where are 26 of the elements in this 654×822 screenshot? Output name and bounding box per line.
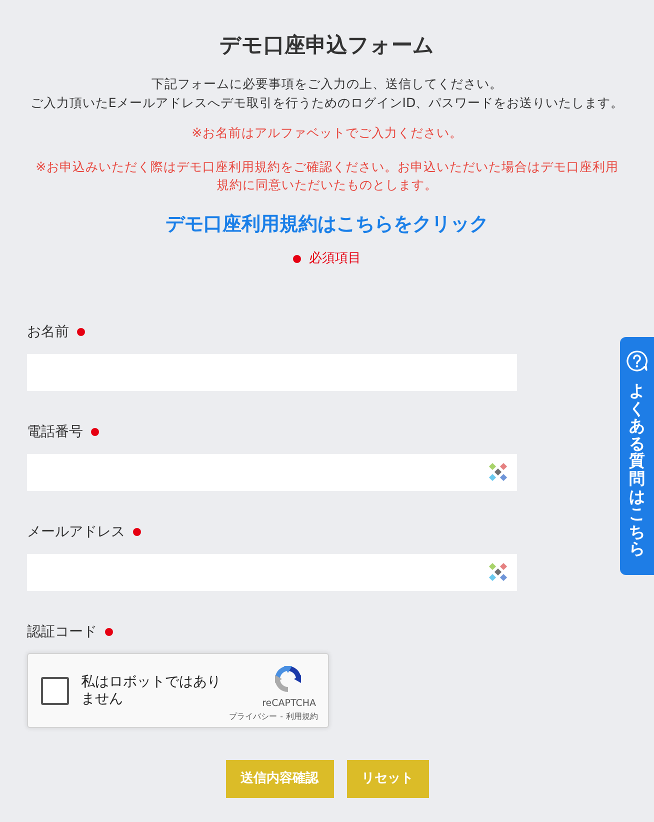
page-title: デモ口座申込フォーム	[220, 32, 434, 59]
field-label: お名前	[27, 323, 69, 342]
terms-link[interactable]: デモ口座利用規約はこちらをクリック	[166, 211, 488, 237]
question-bubble-icon	[626, 350, 648, 372]
privacy-link[interactable]: プライバシー	[229, 712, 278, 722]
faq-tab-label: よくある質問はこちら	[629, 382, 645, 558]
faq-side-tab[interactable]: よくある質問はこちら	[620, 337, 654, 575]
field-label: メールアドレス	[27, 523, 125, 542]
circular-arrows-icon	[272, 663, 304, 695]
field-label: 電話番号	[27, 423, 83, 442]
diamond-cluster-icon[interactable]	[488, 562, 508, 582]
notice-text: ※お申込みいただく際はデモ口座利用規約をご確認ください。お申込いただいた場合はデモ口座利用規約に同意いただいたものとします。	[34, 158, 620, 194]
intro-text: 下記フォームに必要事項をご入力の上、送信してください。	[152, 75, 502, 93]
required-dot-icon	[293, 255, 301, 263]
text-field[interactable]	[27, 554, 517, 591]
text-field[interactable]	[27, 454, 517, 491]
field-label: 認証コード	[27, 623, 97, 642]
notice-text: ※お名前はアルファベットでご入力ください。	[192, 124, 462, 142]
required-legend: 必須項目	[309, 250, 361, 268]
diamond-cluster-icon[interactable]	[488, 462, 508, 482]
link-separator: -	[280, 712, 283, 722]
robot-checkbox[interactable]	[41, 676, 69, 704]
terms-of-use-link[interactable]: 利用規約	[286, 712, 318, 722]
captcha-brand-text: reCAPTCHA	[262, 698, 316, 710]
checkbox-label: 私はロボットではありません	[81, 674, 222, 708]
intro-text: ご入力頂いたEメールアドレスへデモ取引を行うためのログインID、パスワードをお送りいたします。	[30, 94, 624, 112]
